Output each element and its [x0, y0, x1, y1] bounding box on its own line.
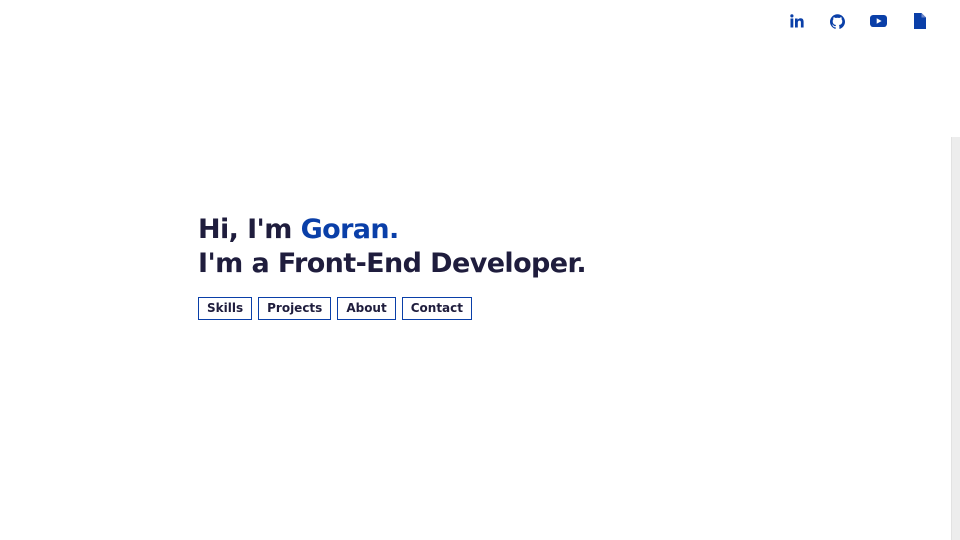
- hero-name: Goran.: [300, 214, 400, 245]
- contact-button[interactable]: Contact: [401, 297, 472, 320]
- projects-button[interactable]: Projects: [258, 297, 332, 320]
- linkedin-link[interactable]: [776, 11, 817, 31]
- hero-greeting: Hi, I'm Goran.: [198, 213, 586, 247]
- linkedin-icon: [789, 14, 804, 28]
- scrollbar-track[interactable]: [951, 137, 960, 540]
- hero-section: Hi, I'm Goran. I'm a Front-End Developer…: [198, 213, 587, 320]
- youtube-icon: [870, 15, 887, 27]
- github-icon: [830, 13, 845, 29]
- section-nav: Skills Projects About Contact: [198, 297, 586, 320]
- about-button[interactable]: About: [337, 297, 396, 320]
- hero-tagline: I'm a Front-End Developer.: [198, 248, 587, 279]
- social-links: [776, 11, 940, 31]
- skills-button[interactable]: Skills: [198, 297, 253, 320]
- greeting-prefix: Hi, I'm: [198, 214, 301, 245]
- github-link[interactable]: [817, 11, 858, 31]
- document-icon: [913, 13, 926, 29]
- resume-link[interactable]: [899, 11, 940, 31]
- youtube-link[interactable]: [858, 11, 899, 31]
